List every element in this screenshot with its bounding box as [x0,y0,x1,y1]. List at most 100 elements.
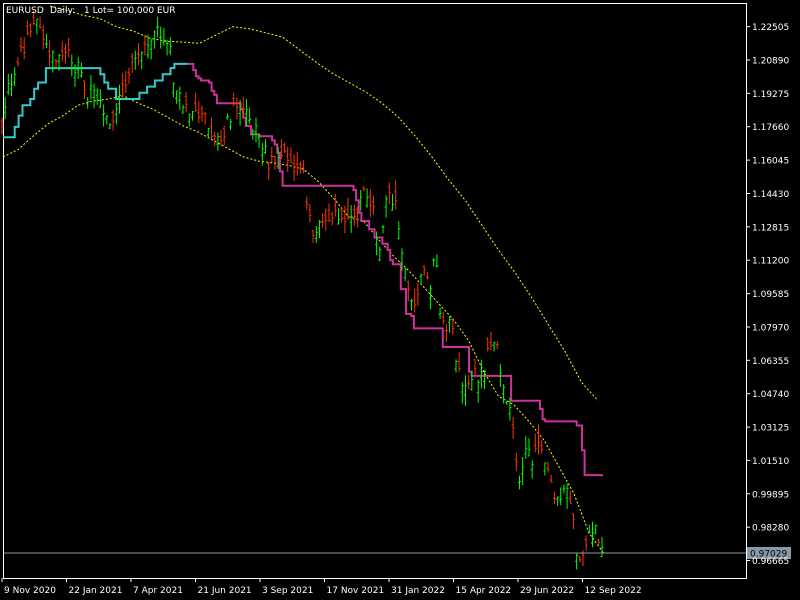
y-tick-label: 1.06355 [752,357,789,367]
y-tick-label: 1.01510 [752,457,789,467]
candle [337,208,340,225]
candle [391,194,394,211]
y-tick-label: 1.16045 [752,157,789,167]
lot-size-label: 1 Lot= 100,000 EUR [84,6,176,16]
candle [210,117,213,139]
candle [578,556,582,563]
candle [562,484,566,494]
candle [375,231,379,256]
candle [371,195,375,215]
trailing-stop-lower-line [3,62,190,139]
candle [191,111,194,121]
candle [327,203,331,222]
candle [181,104,185,114]
candle [165,39,169,56]
candle [102,104,106,127]
candle [216,132,220,151]
candle [168,37,172,55]
trail-layer [3,62,603,477]
price-chart[interactable]: 0.97029 1.22505 1.20890 1.19275 1.17660 1.16… [0,0,800,600]
candle [422,265,426,276]
candle [432,258,436,267]
x-tick-label: 15 Apr 2022 [456,586,512,596]
candle [591,521,594,548]
candle [381,225,385,234]
candle [10,73,13,97]
candle [289,147,293,163]
candle [206,127,210,139]
candle [83,80,86,99]
candle [511,416,515,439]
candle [410,299,413,311]
candle [368,189,372,217]
candle [273,155,277,170]
candle [454,359,458,373]
candle [219,129,223,146]
candle [486,337,490,352]
candle [406,280,410,302]
candle [502,384,506,404]
candle [524,436,528,459]
candle [521,457,525,485]
candle [394,180,398,210]
candle [314,225,318,243]
y-tick-label: 1.03125 [752,424,789,434]
candle [464,375,467,406]
candle [505,400,509,405]
candle [518,475,521,490]
chart-frame-group [3,3,747,579]
candle [559,487,563,506]
candle [95,88,99,105]
candle [264,139,267,154]
candle [397,221,401,240]
candle [311,229,315,243]
y-tick-label: 1.14430 [752,190,789,200]
candle [111,109,115,131]
candle [3,97,7,120]
x-tick-label: 12 Sep 2022 [585,586,642,596]
candle [352,204,356,226]
candle [597,538,601,545]
candle [530,460,534,479]
candle [435,254,439,268]
candle [321,213,325,228]
candle [286,146,290,172]
candle [384,195,388,218]
candle [108,123,112,129]
candle [546,462,550,473]
candle [295,152,299,176]
y-tick-label: 1.09585 [752,290,789,300]
candle [105,115,109,125]
candle [365,188,369,208]
candle [35,18,39,35]
candle [324,208,328,231]
candle [362,186,366,192]
candle [41,25,45,50]
candle [340,206,344,223]
candle [540,439,544,454]
y-tick-label: 1.07970 [752,324,789,334]
chart-root: 0.97029 1.22505 1.20890 1.19275 1.17660 1.16… [0,0,800,600]
candle [171,82,175,98]
candle [387,182,391,204]
candle [283,142,286,153]
candle [292,154,296,182]
candle [267,162,271,181]
candle [130,53,134,74]
candle [457,352,461,372]
x-tick-label: 3 Sep 2021 [262,586,313,596]
candle [184,92,188,113]
x-tick-label: 7 Apr 2021 [133,586,183,596]
y-tick-label: 1.11200 [752,257,789,267]
candle [448,316,452,333]
candle [467,374,471,390]
candle [222,125,226,146]
candle [187,113,191,127]
candle [98,89,102,108]
candle [575,553,579,570]
candle [13,67,17,87]
candle [302,160,306,174]
candle [429,285,433,310]
candle [248,107,252,125]
candle [156,16,160,38]
